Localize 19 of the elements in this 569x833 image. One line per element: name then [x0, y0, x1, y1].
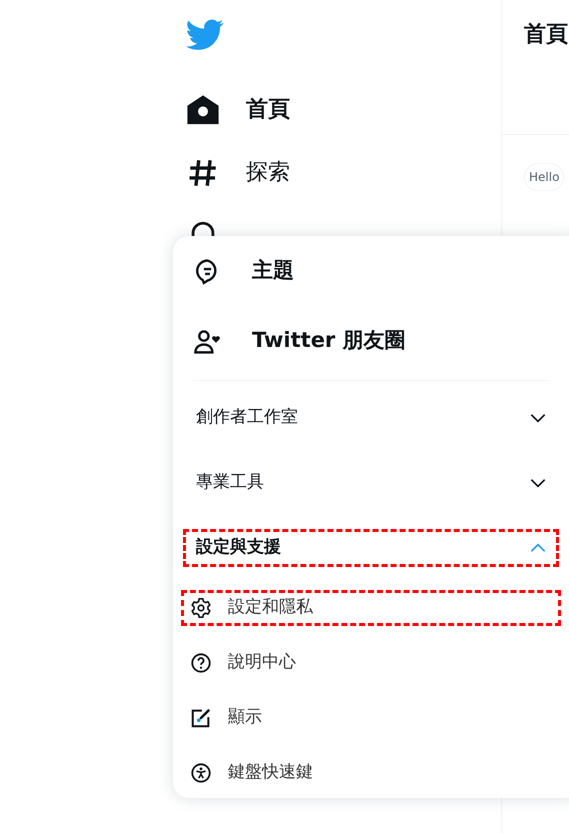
home-icon	[186, 92, 220, 126]
menu-item[interactable]: 顯示	[181, 700, 561, 736]
help-icon	[190, 652, 212, 674]
menu-item[interactable]: 設定和隱私	[181, 590, 561, 626]
menu-item[interactable]: Twitter 朋友圈	[173, 306, 569, 376]
page-title: 首頁	[524, 22, 568, 47]
settings-icon	[190, 596, 212, 618]
nav-item[interactable]: 探索	[186, 141, 501, 204]
nav-item[interactable]: 首頁	[186, 78, 501, 141]
compose-field[interactable]: Hello	[524, 163, 564, 191]
menu-item[interactable]: 主題	[173, 236, 569, 306]
section-header[interactable]: 專業工具	[183, 464, 559, 502]
accessibility-icon	[190, 762, 212, 784]
section-header[interactable]: 創作者工作室	[183, 398, 559, 436]
edit-icon	[190, 706, 212, 728]
section-header[interactable]: 設定與支援	[183, 528, 559, 566]
menu-item[interactable]: 說明中心	[181, 644, 561, 680]
bird-logo-icon[interactable]	[186, 18, 224, 52]
menu-item[interactable]: 鍵盤快速鍵	[181, 754, 561, 790]
